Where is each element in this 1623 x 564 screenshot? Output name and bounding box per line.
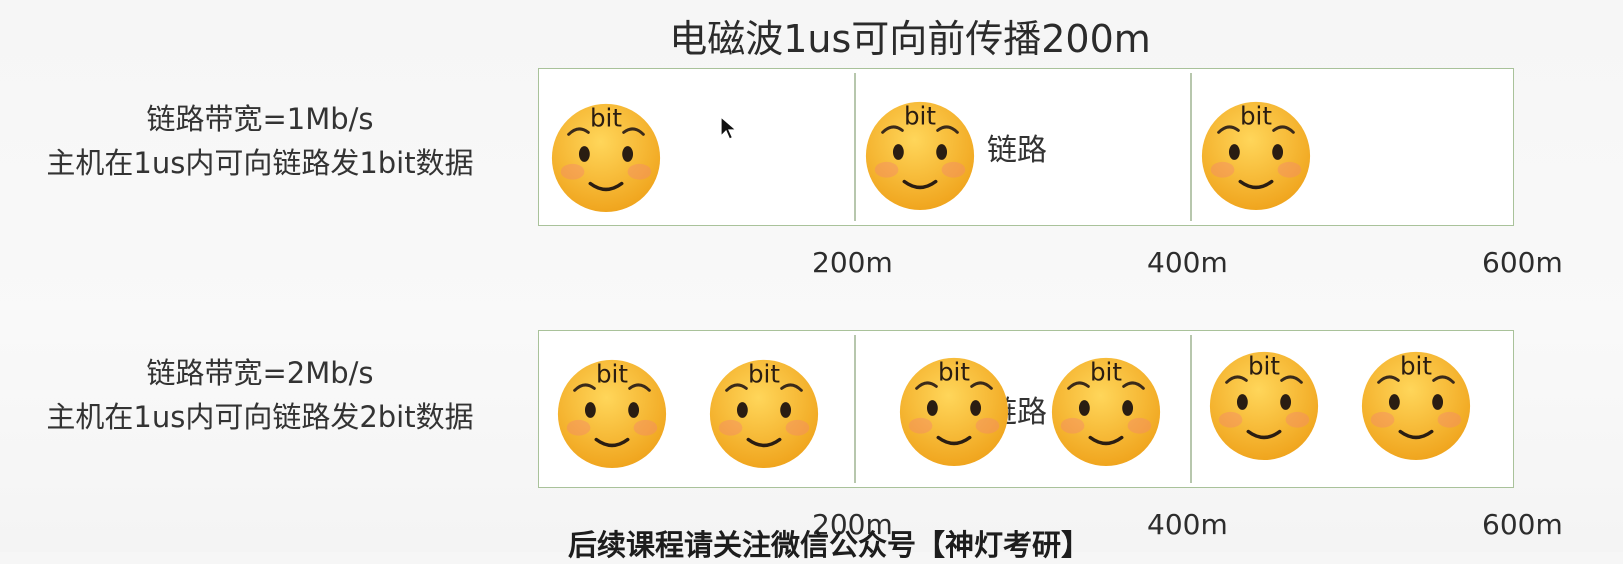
bit-label: bit [938,358,970,387]
bit-label: bit [1090,358,1122,387]
diagram-title: 电磁波1us可向前传播200m [669,17,1151,61]
row1-distance-200m: 200m [812,246,893,279]
mouse-cursor-icon [720,115,738,142]
row2-host-rate: 主机在1us内可向链路发2bit数据 [46,400,474,434]
row1-link-box: 链路 bit bit bit [538,68,1514,226]
row1-host-rate: 主机在1us内可向链路发1bit数据 [46,146,474,180]
row2-distance-400m: 400m [1147,508,1228,541]
row1-divider-200m [854,73,856,221]
row1-link-label: 链路 [987,133,1047,168]
row2-link-box: 链路 bit bit bit bit bit bit [538,330,1514,488]
smiley-bit-icon: bit [553,353,671,471]
row2-divider-200m [854,335,856,483]
bit-label: bit [1240,102,1272,131]
smiley-bit-icon: bit [705,353,823,471]
row2-distance-600m: 600m [1482,508,1563,541]
watermark-caption: 后续课程请关注微信公众号【神灯考研】 [568,528,1091,562]
smiley-bit-icon: bit [895,351,1013,469]
smiley-bit-icon: bit [861,95,979,213]
smiley-bit-icon: bit [1205,345,1323,463]
row1-bandwidth: 链路带宽=1Mb/s [146,102,374,136]
row2-description: 链路带宽=2Mb/s 主机在1us内可向链路发2bit数据 [0,351,520,439]
row1-description: 链路带宽=1Mb/s 主机在1us内可向链路发1bit数据 [0,97,520,185]
row1-distance-400m: 400m [1147,246,1228,279]
bit-label: bit [1400,352,1432,381]
bit-label: bit [596,360,628,389]
bit-label: bit [748,360,780,389]
smiley-bit-icon: bit [1047,351,1165,469]
row1-distance-600m: 600m [1482,246,1563,279]
bit-label: bit [590,104,622,133]
bit-label: bit [904,102,936,131]
smiley-bit-icon: bit [547,97,665,215]
smiley-bit-icon: bit [1357,345,1475,463]
row1-divider-400m [1190,73,1192,221]
smiley-bit-icon: bit [1197,95,1315,213]
bit-label: bit [1248,352,1280,381]
row2-divider-400m [1190,335,1192,483]
row2-bandwidth: 链路带宽=2Mb/s [146,356,374,390]
